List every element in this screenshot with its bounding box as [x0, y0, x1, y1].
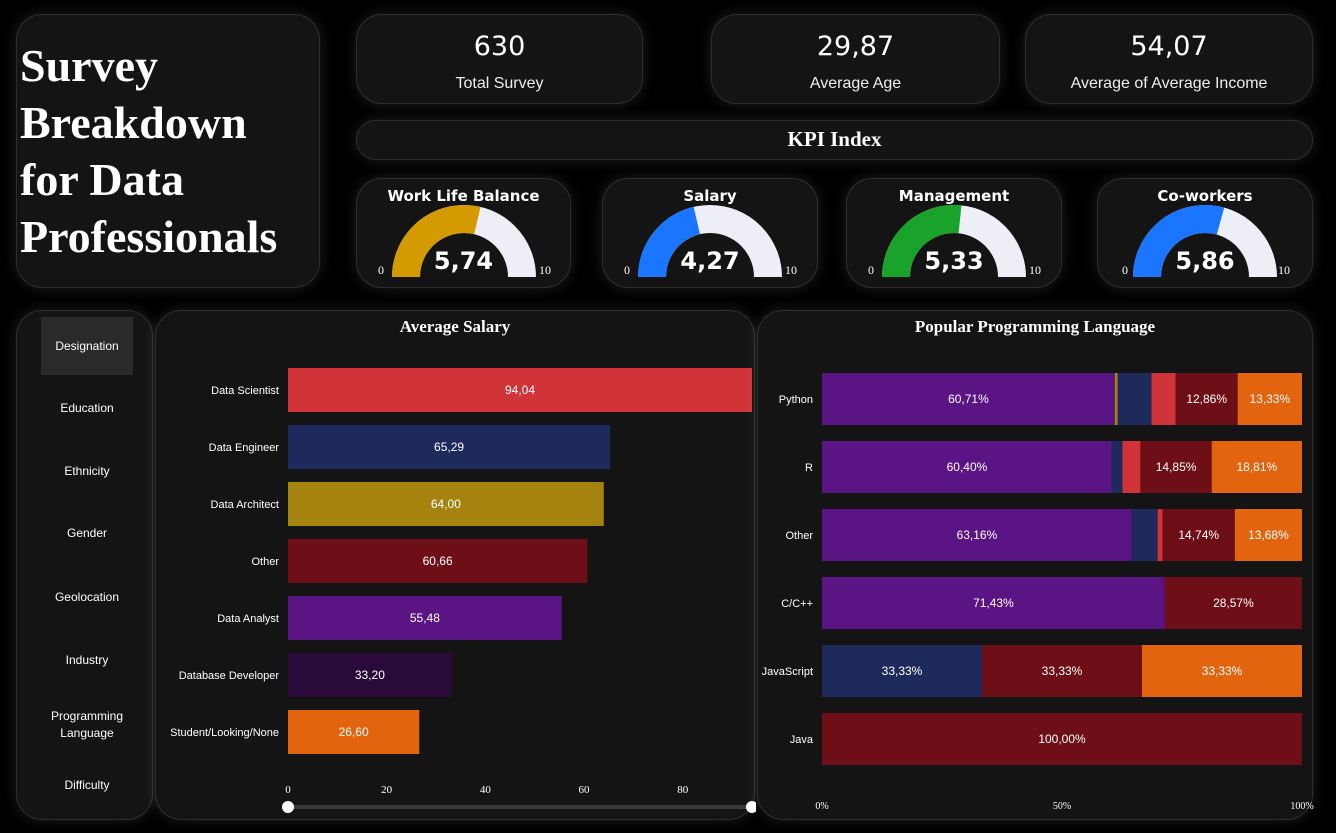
salary-value-label: 64,00 — [431, 497, 461, 511]
salary-category-label: Other — [251, 556, 279, 568]
language-x-tick: 50% — [1053, 801, 1071, 812]
salary-value-label: 26,60 — [339, 725, 369, 739]
gauge-min-label: 0 — [624, 263, 630, 277]
language-bar-segment[interactable] — [1117, 373, 1152, 425]
gauge-min-label: 0 — [1122, 263, 1128, 277]
language-segment-label: 63,16% — [957, 528, 998, 542]
nav-button-gender[interactable]: Gender — [41, 526, 133, 540]
range-slider-end-handle[interactable] — [746, 801, 756, 813]
salary-category-label: Data Analyst — [217, 613, 279, 625]
gauge-min-label: 0 — [868, 263, 874, 277]
language-segment-label: 18,81% — [1237, 460, 1278, 474]
language-segment-label: 33,33% — [882, 664, 923, 678]
language-segment-label: 71,43% — [973, 596, 1014, 610]
language-category-label: Java — [790, 734, 814, 746]
salary-category-label: Student/Looking/None — [170, 727, 279, 739]
gauge-card-management: Management 5,33 0 10 — [846, 178, 1062, 288]
nav-button-education[interactable]: Education — [41, 401, 133, 415]
language-x-tick: 100% — [1290, 801, 1313, 812]
salary-category-label: Database Developer — [179, 670, 280, 682]
language-bar-segment[interactable] — [1122, 441, 1141, 493]
salary-value-label: 94,04 — [505, 383, 535, 397]
language-category-label: Python — [779, 394, 813, 406]
language-bar-segment[interactable] — [1151, 373, 1176, 425]
nav-button-ethnicity[interactable]: Ethnicity — [41, 464, 133, 478]
kpi-value: 29,87 — [816, 31, 895, 62]
language-segment-label: 60,71% — [948, 392, 989, 406]
kpi-index-header: KPI Index — [356, 120, 1313, 160]
average-salary-card: Average Salary Data Scientist 94,04 Data E… — [155, 310, 756, 820]
language-category-label: JavaScript — [762, 666, 813, 678]
kpi-label: Average Age — [809, 75, 902, 92]
nav-button-industry[interactable]: Industry — [41, 653, 133, 667]
kpi-card-total-survey: 630 Total Survey — [356, 14, 643, 104]
language-bar-segment[interactable] — [1111, 441, 1123, 493]
salary-x-tick: 20 — [381, 784, 393, 796]
gauge-max-label: 10 — [785, 263, 797, 277]
kpi-label: Average of Average Income — [1070, 75, 1268, 92]
gauge-max-label: 10 — [539, 263, 551, 277]
programming-language-chart: 60,71% 12,86% 13,33% Python 60,40% 14,85% 18,8… — [762, 373, 1314, 812]
language-category-label: R — [805, 462, 813, 474]
dashboard-title: Survey Breakdown for Data Professionals — [20, 40, 278, 262]
language-segment-label: 14,74% — [1178, 528, 1219, 542]
language-segment-label: 13,33% — [1249, 392, 1290, 406]
kpi-value: 630 — [473, 31, 526, 62]
salary-x-tick: 80 — [677, 784, 689, 796]
kpi-label: Total Survey — [455, 75, 544, 92]
gauge-min-label: 0 — [378, 263, 384, 277]
salary-value-label: 65,29 — [434, 440, 464, 454]
kpi-card-average-age: 29,87 Average Age — [711, 14, 1000, 104]
range-slider-track[interactable] — [288, 805, 752, 809]
nav-button-designation[interactable]: Designation — [41, 317, 133, 375]
gauge-max-label: 10 — [1029, 263, 1041, 277]
gauge-card-salary: Salary 4,27 0 10 — [602, 178, 818, 288]
gauge-card-work-life-balance: Work Life Balance 5,74 0 10 — [356, 178, 571, 288]
gauge-max-label: 10 — [1278, 263, 1290, 277]
language-bar-segment[interactable] — [1114, 373, 1118, 425]
language-segment-label: 100,00% — [1038, 732, 1086, 746]
language-x-tick: 0% — [815, 801, 828, 812]
language-segment-label: 14,85% — [1156, 460, 1197, 474]
language-segment-label: 33,33% — [1042, 664, 1083, 678]
programming-language-card: Popular Programming Language 60,71% 12,86… — [757, 310, 1314, 820]
language-segment-label: 60,40% — [947, 460, 988, 474]
nav-button-difficulty[interactable]: Difficulty — [41, 778, 133, 792]
language-category-label: C/C++ — [781, 598, 813, 610]
salary-value-label: 33,20 — [355, 668, 385, 682]
nav-button-programming-language[interactable]: Programming Language — [41, 708, 133, 742]
salary-x-tick: 60 — [579, 784, 591, 796]
navigation-panel: Designation Education Ethnicity Gender G… — [16, 310, 153, 820]
kpi-card-average-income: 54,07 Average of Average Income — [1025, 14, 1313, 104]
title-card: Survey Breakdown for Data Professionals — [16, 14, 320, 288]
language-segment-label: 12,86% — [1186, 392, 1227, 406]
salary-x-tick: 40 — [480, 784, 492, 796]
salary-category-label: Data Scientist — [211, 385, 279, 397]
language-bar-segment[interactable] — [1131, 509, 1158, 561]
language-segment-label: 28,57% — [1213, 596, 1254, 610]
salary-x-tick: 0 — [285, 784, 291, 796]
kpi-value: 54,07 — [1130, 31, 1208, 62]
salary-value-label: 60,66 — [423, 554, 453, 568]
gauge-card-co-workers: Co-workers 5,86 0 10 — [1097, 178, 1313, 288]
nav-button-geolocation[interactable]: Geolocation — [41, 590, 133, 604]
language-segment-label: 13,68% — [1248, 528, 1289, 542]
kpi-index-title: KPI Index — [787, 127, 882, 151]
salary-category-label: Data Architect — [211, 499, 279, 511]
range-slider-start-handle[interactable] — [282, 801, 294, 813]
salary-category-label: Data Engineer — [209, 442, 280, 454]
language-category-label: Other — [785, 530, 813, 542]
salary-value-label: 55,48 — [410, 611, 440, 625]
language-segment-label: 33,33% — [1202, 664, 1243, 678]
average-salary-chart: Data Scientist 94,04 Data Engineer 65,29 Dat… — [170, 368, 756, 813]
language-bar-segment[interactable] — [1157, 509, 1163, 561]
